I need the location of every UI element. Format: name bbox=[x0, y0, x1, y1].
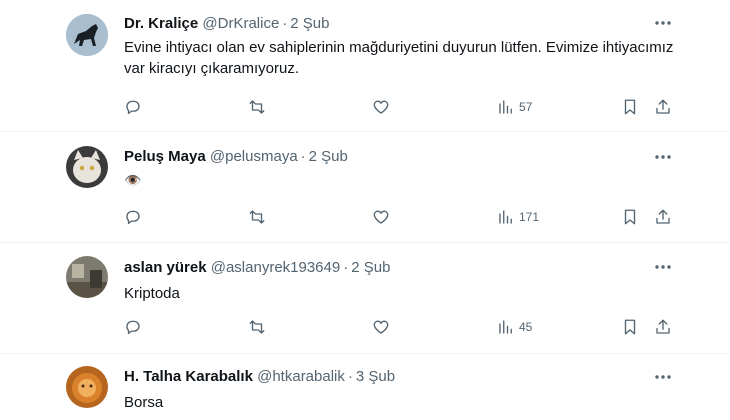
views-button[interactable]: 171 bbox=[497, 207, 539, 227]
views-count: 45 bbox=[519, 320, 533, 334]
bookmark-icon bbox=[624, 209, 636, 225]
share-icon bbox=[656, 319, 670, 334]
bookmark-button[interactable] bbox=[621, 97, 639, 117]
views-button[interactable]: 45 bbox=[497, 317, 532, 337]
views-icon bbox=[499, 210, 512, 224]
retweet-icon bbox=[249, 320, 265, 334]
bookmark-icon bbox=[624, 99, 636, 115]
avatar[interactable] bbox=[66, 14, 108, 56]
more-icon[interactable] bbox=[652, 258, 674, 276]
like-button[interactable] bbox=[372, 97, 390, 117]
views-button[interactable]: 57 bbox=[497, 97, 532, 117]
tweet-text: 👁️ bbox=[124, 172, 142, 188]
horse-avatar-icon bbox=[66, 14, 108, 56]
more-icon[interactable] bbox=[652, 148, 674, 166]
tweet-text: Kriptoda bbox=[124, 285, 180, 302]
timestamp[interactable]: 2 Şub bbox=[309, 148, 348, 165]
views-icon bbox=[499, 100, 512, 114]
views-icon bbox=[499, 320, 512, 334]
retweet-icon bbox=[249, 210, 265, 224]
separator-dot: · bbox=[282, 15, 288, 32]
reply-icon bbox=[126, 100, 140, 115]
bookmark-icon bbox=[624, 319, 636, 335]
tweet[interactable]: H. Talha Karabalık @htkarabalik · 3 Şub Bo… bbox=[0, 354, 730, 420]
author-handle[interactable]: @pelusmaya bbox=[210, 148, 298, 165]
tweet[interactable]: Peluş Maya @pelusmaya · 2 Şub 👁️ 171 bbox=[0, 132, 730, 241]
tweet[interactable]: aslan yürek @aslanyrek193649 · 2 Şub Kript… bbox=[0, 243, 730, 352]
share-icon bbox=[656, 99, 670, 114]
reply-icon bbox=[126, 320, 140, 335]
separator-dot: · bbox=[347, 368, 353, 385]
reply-icon bbox=[126, 210, 140, 225]
avatar[interactable] bbox=[66, 366, 108, 408]
share-button[interactable] bbox=[654, 97, 672, 117]
reply-button[interactable] bbox=[124, 207, 142, 227]
retweet-button[interactable] bbox=[248, 97, 266, 117]
timestamp[interactable]: 2 Şub bbox=[290, 15, 329, 32]
author-handle[interactable]: @DrKralice bbox=[202, 15, 279, 32]
like-icon bbox=[373, 210, 389, 224]
separator-dot: · bbox=[300, 148, 306, 165]
timestamp[interactable]: 3 Şub bbox=[356, 368, 395, 385]
reply-button[interactable] bbox=[124, 317, 142, 337]
separator-dot: · bbox=[343, 259, 349, 276]
tweet-text: Borsa bbox=[124, 394, 164, 411]
lion-avatar-icon bbox=[66, 366, 108, 408]
bookmark-button[interactable] bbox=[621, 317, 639, 337]
timestamp[interactable]: 2 Şub bbox=[351, 259, 390, 276]
author-name[interactable]: aslan yürek bbox=[124, 259, 207, 276]
author-name[interactable]: H. Talha Karabalık bbox=[124, 368, 253, 385]
author-name[interactable]: Dr. Kraliçe bbox=[124, 15, 198, 32]
retweet-button[interactable] bbox=[248, 317, 266, 337]
share-button[interactable] bbox=[654, 317, 672, 337]
retweet-button[interactable] bbox=[248, 207, 266, 227]
room-avatar-icon bbox=[66, 256, 108, 298]
cat-avatar-icon bbox=[66, 146, 108, 188]
avatar[interactable] bbox=[66, 256, 108, 298]
tweet[interactable]: Dr. Kraliçe @DrKralice · 2 Şub Evine ihtiy… bbox=[0, 0, 730, 130]
like-icon bbox=[373, 320, 389, 334]
author-handle[interactable]: @aslanyrek193649 bbox=[211, 259, 340, 276]
like-icon bbox=[373, 100, 389, 114]
more-icon[interactable] bbox=[652, 14, 674, 32]
avatar[interactable] bbox=[66, 146, 108, 188]
bookmark-button[interactable] bbox=[621, 207, 639, 227]
like-button[interactable] bbox=[372, 317, 390, 337]
retweet-icon bbox=[249, 100, 265, 114]
share-button[interactable] bbox=[654, 207, 672, 227]
views-count: 57 bbox=[519, 100, 533, 114]
views-count: 171 bbox=[519, 210, 540, 224]
tweet-text: Evine ihtiyacı olan ev sahiplerinin mağd… bbox=[124, 39, 674, 77]
author-name[interactable]: Peluş Maya bbox=[124, 148, 206, 165]
reply-button[interactable] bbox=[124, 97, 142, 117]
author-handle[interactable]: @htkarabalik bbox=[257, 368, 345, 385]
like-button[interactable] bbox=[372, 207, 390, 227]
share-icon bbox=[656, 209, 670, 224]
more-icon[interactable] bbox=[652, 368, 674, 386]
